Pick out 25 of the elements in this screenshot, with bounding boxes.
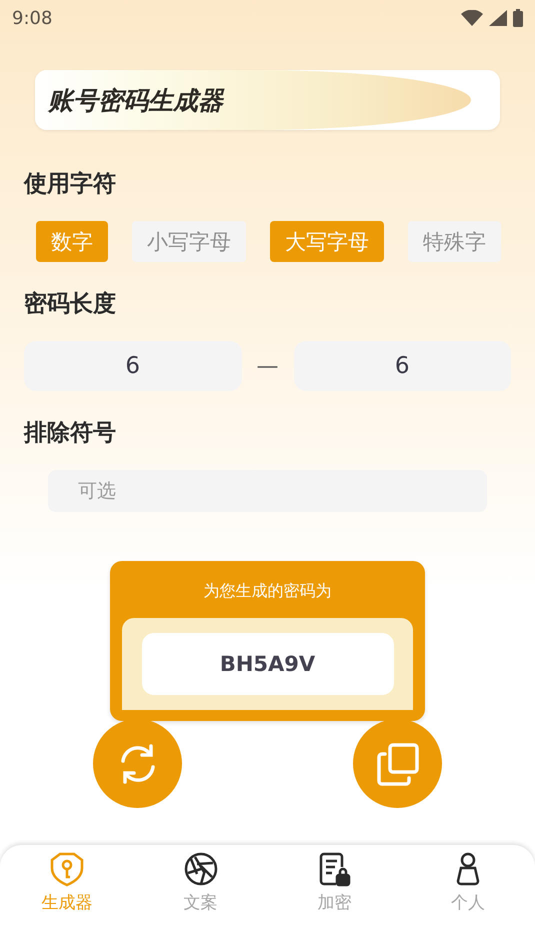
charset-chip[interactable]: 特殊字 <box>408 221 501 262</box>
nav-tab[interactable]: 个人 <box>401 845 535 915</box>
result-caption: 为您生成的密码为 <box>204 581 332 602</box>
charset-chip[interactable]: 大写字母 <box>270 221 384 262</box>
charset-chip[interactable]: 数字 <box>36 221 108 262</box>
status-time: 9:08 <box>12 8 52 28</box>
battery-icon <box>513 9 523 27</box>
section-title: 排除符号 <box>24 419 116 448</box>
signal-icon <box>489 10 507 26</box>
app-title: 账号密码生成器 <box>48 84 223 116</box>
range-dash: — <box>256 354 278 378</box>
nav-tab[interactable]: 加密 <box>268 845 402 915</box>
section-title: 密码长度 <box>24 290 116 319</box>
password-text: BH5A9V <box>142 633 394 695</box>
charset-chip[interactable]: 小写字母 <box>132 221 246 262</box>
copy-icon <box>374 740 420 786</box>
nav-tab[interactable]: 文案 <box>134 845 268 915</box>
section-title: 使用字符 <box>24 170 116 199</box>
wifi-icon <box>461 10 483 26</box>
exclude-input[interactable]: 可选 <box>48 470 487 512</box>
min-length-field[interactable]: 6 <box>24 341 242 391</box>
aperture-icon <box>182 851 219 887</box>
nav-tab[interactable]: 生成器 <box>0 845 134 915</box>
shield-key-icon <box>48 851 85 887</box>
max-length-field[interactable]: 6 <box>294 341 511 391</box>
